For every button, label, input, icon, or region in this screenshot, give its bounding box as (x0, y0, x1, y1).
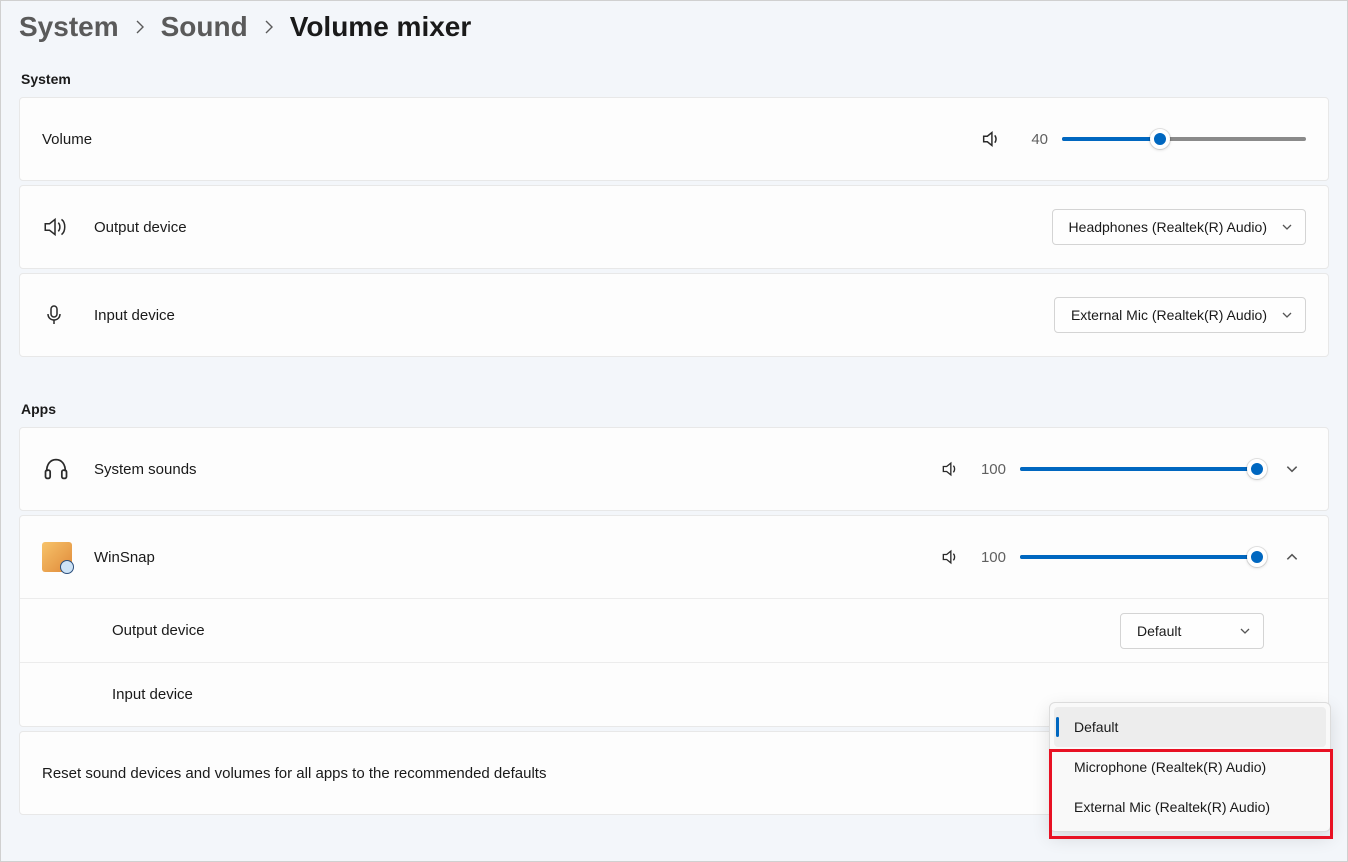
input-device-popup: Default Microphone (Realtek(R) Audio) Ex… (1049, 702, 1331, 832)
volume-value: 40 (1016, 131, 1048, 148)
chevron-down-icon (1239, 625, 1251, 637)
app-winsnap-output-dropdown[interactable]: Default (1120, 613, 1264, 649)
popup-item-external-mic[interactable]: External Mic (Realtek(R) Audio) (1054, 787, 1326, 827)
microphone-icon (42, 303, 94, 327)
headphones-icon (42, 455, 94, 483)
output-device-label: Output device (94, 219, 1052, 236)
input-device-label: Input device (94, 307, 1054, 324)
popup-item-default[interactable]: Default (1054, 707, 1326, 747)
app-system-sounds-slider[interactable] (1020, 457, 1264, 481)
speaker-waves-icon (42, 214, 94, 240)
app-winsnap-output-label: Output device (112, 622, 1120, 639)
section-header-apps: Apps (21, 401, 1329, 417)
app-system-sounds-card: System sounds 100 (19, 427, 1329, 511)
output-device-card: Output device Headphones (Realtek(R) Aud… (19, 185, 1329, 269)
output-device-dropdown[interactable]: Headphones (Realtek(R) Audio) (1052, 209, 1306, 245)
input-device-card: Input device External Mic (Realtek(R) Au… (19, 273, 1329, 357)
breadcrumb: System Sound Volume mixer (19, 11, 1329, 43)
expand-toggle[interactable] (1278, 462, 1306, 476)
volume-slider[interactable] (1062, 127, 1306, 151)
breadcrumb-current: Volume mixer (290, 11, 472, 43)
input-device-value: External Mic (Realtek(R) Audio) (1071, 307, 1267, 323)
section-header-system: System (21, 71, 1329, 87)
app-winsnap-card: WinSnap 100 (19, 515, 1329, 727)
app-winsnap-label: WinSnap (94, 549, 940, 566)
app-system-sounds-label: System sounds (94, 461, 940, 478)
winsnap-app-icon (42, 542, 94, 572)
app-system-sounds-volume-value: 100 (974, 461, 1006, 478)
app-winsnap-input-label: Input device (112, 686, 1264, 703)
speaker-icon[interactable] (940, 459, 960, 479)
app-winsnap-slider[interactable] (1020, 545, 1264, 569)
speaker-icon[interactable] (940, 547, 960, 567)
chevron-right-icon (135, 20, 145, 34)
volume-card: Volume 40 (19, 97, 1329, 181)
output-device-value: Headphones (Realtek(R) Audio) (1069, 219, 1267, 235)
chevron-right-icon (264, 20, 274, 34)
volume-label: Volume (42, 131, 980, 148)
collapse-toggle[interactable] (1278, 550, 1306, 564)
breadcrumb-system[interactable]: System (19, 11, 119, 43)
app-winsnap-volume-value: 100 (974, 549, 1006, 566)
popup-item-microphone[interactable]: Microphone (Realtek(R) Audio) (1054, 747, 1326, 787)
app-winsnap-output-value: Default (1137, 623, 1181, 639)
speaker-icon[interactable] (980, 128, 1002, 150)
chevron-down-icon (1281, 221, 1293, 233)
breadcrumb-sound[interactable]: Sound (161, 11, 248, 43)
input-device-dropdown[interactable]: External Mic (Realtek(R) Audio) (1054, 297, 1306, 333)
chevron-down-icon (1281, 309, 1293, 321)
